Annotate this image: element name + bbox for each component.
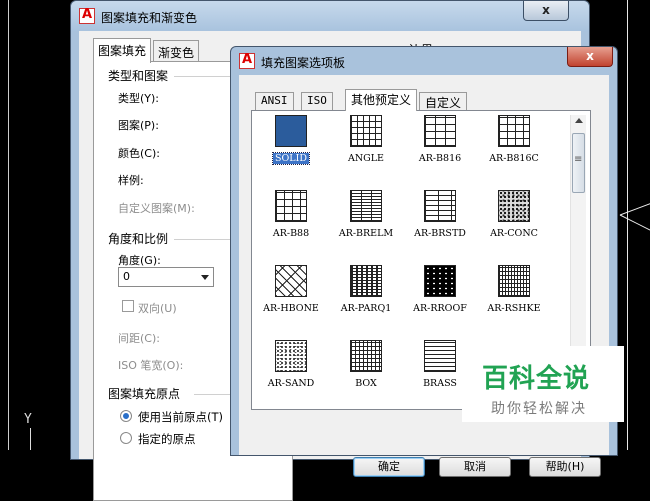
pattern-swatch-label[interactable]: SOLID (251, 152, 331, 165)
palette-close-button[interactable]: x (567, 47, 613, 67)
use-current-origin-label: 使用当前原点(T) (138, 410, 223, 424)
dialog-title: 图案填充和渐变色 (101, 11, 198, 25)
pattern-swatch-label[interactable]: AR-B88 (251, 228, 331, 239)
pattern-swatch[interactable] (350, 340, 382, 372)
pattern-swatch[interactable] (424, 115, 456, 147)
watermark-subtitle: 助你轻松解决 (491, 401, 587, 417)
angle-scale-group-label: 角度和比例 (108, 232, 169, 246)
pattern-name: AR-BRSTD (414, 228, 466, 239)
ok-button[interactable]: 确定 (353, 457, 425, 477)
pattern-swatch[interactable] (275, 265, 307, 297)
palette-title: 填充图案选项板 (261, 56, 346, 70)
dialog-titlebar[interactable]: 图案填充和渐变色 x (71, 1, 589, 31)
pattern-name: BRASS (423, 378, 457, 389)
cancel-button[interactable]: 取消 (439, 457, 511, 477)
watermark-title: 百科全说 (482, 364, 591, 394)
pattern-swatch-label[interactable]: AR-B816C (474, 153, 554, 164)
pattern-swatch-label[interactable]: AR-RSHKE (474, 303, 554, 314)
close-button[interactable]: x (523, 1, 569, 21)
pattern-swatch[interactable] (350, 115, 382, 147)
pattern-name: AR-B816C (489, 153, 539, 164)
angle-combobox[interactable]: 0 (118, 267, 214, 287)
tab-ansi[interactable]: ANSI (255, 92, 294, 110)
cad-ucs-axis (30, 428, 31, 450)
pattern-name: AR-SAND (267, 378, 315, 389)
specified-origin-radio[interactable] (120, 432, 132, 444)
pattern-swatch[interactable] (275, 115, 307, 147)
pattern-swatch[interactable] (498, 190, 530, 222)
color-label: 颜色(C): (118, 147, 160, 160)
pattern-swatch-label[interactable]: AR-RROOF (400, 303, 480, 314)
type-label: 类型(Y): (118, 92, 160, 105)
cad-ucs-y-label: Y (24, 412, 32, 427)
pattern-swatch-label[interactable]: AR-BRSTD (400, 228, 480, 239)
use-current-origin-radio[interactable] (120, 410, 132, 422)
tab-gradient[interactable]: 渐变色 (153, 40, 200, 62)
watermark-logo: 百科全说 助你轻松解决 (462, 346, 624, 422)
pattern-swatch-label[interactable]: AR-B816 (400, 153, 480, 164)
pattern-name: AR-BRELM (338, 228, 394, 239)
pattern-name: AR-B88 (272, 228, 310, 239)
autocad-icon (239, 52, 255, 69)
type-pattern-group-label: 类型和图案 (108, 69, 169, 83)
double-checkbox[interactable] (122, 300, 134, 312)
tab-iso[interactable]: ISO (301, 92, 333, 110)
pattern-swatch[interactable] (498, 265, 530, 297)
pattern-swatch[interactable] (498, 115, 530, 147)
pattern-swatch-label[interactable]: ANGLE (326, 153, 406, 164)
pattern-name: AR-CONC (490, 228, 538, 239)
cad-border-line (8, 0, 9, 450)
tab-ansi-label: ANSI (261, 94, 288, 107)
tab-hatch[interactable]: 图案填充 (93, 38, 152, 63)
swatch-label: 样例: (118, 174, 144, 187)
help-button[interactable]: 帮助(H) (529, 457, 601, 477)
pattern-swatch-label[interactable]: AR-BRELM (326, 228, 406, 239)
custom-pattern-label: 自定义图案(M): (118, 202, 195, 215)
spacing-label: 间距(C): (118, 332, 160, 345)
tab-other-predefined[interactable]: 其他预定义 (345, 89, 418, 111)
pattern-name: AR-B816 (418, 153, 462, 164)
pattern-swatch[interactable] (424, 265, 456, 297)
pattern-name: AR-HBONE (263, 303, 319, 314)
pattern-name: AR-RSHKE (487, 303, 541, 314)
pattern-swatch[interactable] (350, 190, 382, 222)
scroll-up-icon[interactable] (575, 118, 583, 123)
tab-custom[interactable]: 自定义 (419, 92, 468, 110)
angle-value: 0 (123, 270, 130, 283)
iso-pen-width-label: ISO 笔宽(O): (118, 359, 184, 372)
angle-label: 角度(G): (118, 254, 161, 267)
pattern-swatch[interactable] (350, 265, 382, 297)
pattern-label: 图案(P): (118, 119, 159, 132)
pattern-name: AR-RROOF (413, 303, 467, 314)
specified-origin-label: 指定的原点 (138, 432, 196, 446)
pattern-name: AR-PARQ1 (340, 303, 392, 314)
pattern-swatch[interactable] (424, 190, 456, 222)
pattern-swatch-label[interactable]: AR-HBONE (251, 303, 331, 314)
pattern-swatch-label[interactable]: BOX (326, 378, 406, 389)
pattern-name: BOX (355, 378, 377, 389)
pattern-swatch-label[interactable]: AR-SAND (251, 378, 331, 389)
pattern-swatch[interactable] (275, 190, 307, 222)
pattern-swatch-label[interactable]: AR-CONC (474, 228, 554, 239)
pattern-swatch[interactable] (424, 340, 456, 372)
double-label: 双向(U) (138, 302, 177, 315)
tab-iso-label: ISO (307, 94, 327, 107)
pattern-name: ANGLE (347, 153, 384, 164)
pattern-name: SOLID (272, 152, 310, 165)
pattern-swatch[interactable] (275, 340, 307, 372)
scrollbar-thumb[interactable] (572, 133, 585, 193)
pattern-swatch-label[interactable]: AR-PARQ1 (326, 303, 406, 314)
palette-titlebar[interactable]: 填充图案选项板 x (231, 47, 617, 75)
origin-group-label: 图案填充原点 (108, 387, 181, 401)
autocad-icon (79, 7, 95, 24)
chevron-down-icon (201, 275, 209, 280)
